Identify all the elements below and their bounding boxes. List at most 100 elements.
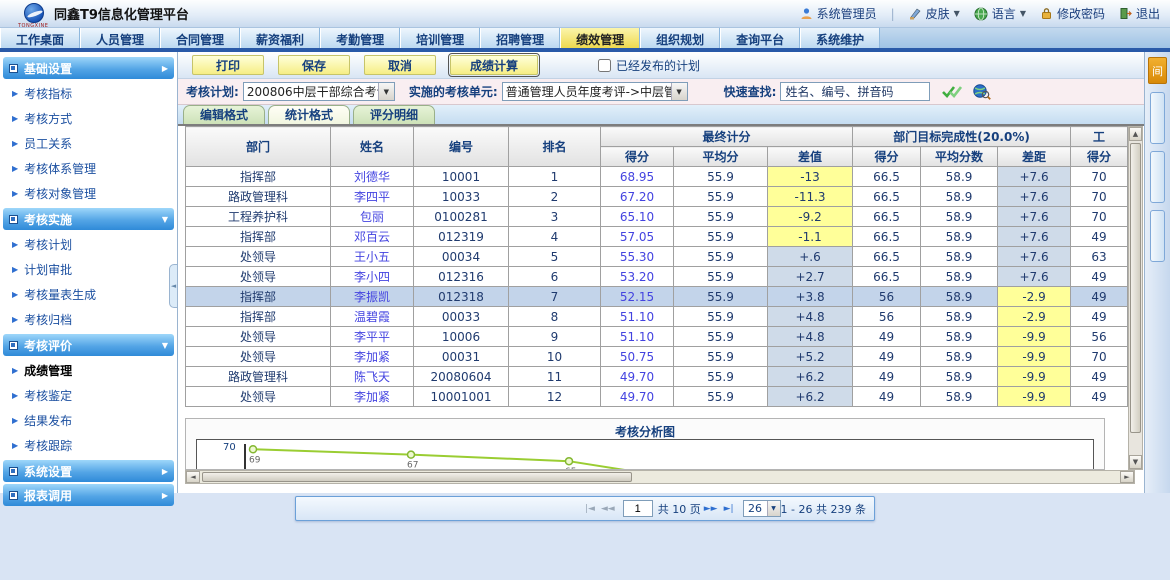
column-header[interactable]: 平均分	[674, 147, 768, 167]
prev-page-icon[interactable]: ◄◄	[601, 504, 615, 514]
unit-select[interactable]: 普通管理人员年度考评->中层管理人 ▼	[502, 82, 688, 101]
nav-tab[interactable]: 考勤管理	[320, 28, 400, 48]
sidebar-item[interactable]: ▶计划审批	[0, 257, 177, 282]
first-page-icon[interactable]: |◄	[585, 504, 595, 514]
column-header[interactable]: 得分	[853, 147, 921, 167]
toolbar-button[interactable]: 成绩计算	[450, 55, 538, 75]
horizontal-scrollbar[interactable]: ◄ ►	[185, 470, 1135, 484]
toolbar-button[interactable]: 取消	[364, 55, 436, 75]
nav-tab[interactable]: 招聘管理	[480, 28, 560, 48]
employee-name-link[interactable]: 李四平	[331, 187, 414, 207]
nav-tab[interactable]: 绩效管理	[560, 28, 640, 48]
nav-tab[interactable]: 人员管理	[80, 28, 160, 48]
plan-select[interactable]: 200806中层干部综合考评 ▼	[243, 82, 395, 101]
column-header[interactable]: 姓名	[331, 127, 414, 167]
nav-tab[interactable]: 培训管理	[400, 28, 480, 48]
table-row[interactable]: 指挥部李振凯012318752.1555.9+3.85658.9-2.949	[186, 287, 1128, 307]
nav-tab[interactable]: 工作桌面	[0, 28, 80, 48]
table-row[interactable]: 处领导李小四012316653.2055.9+2.766.558.9+7.649	[186, 267, 1128, 287]
nav-tab[interactable]: 薪资福利	[240, 28, 320, 48]
change-password[interactable]: 修改密码	[1040, 5, 1105, 22]
dropdown-arrow-icon[interactable]: ▼	[378, 83, 394, 100]
skin-menu[interactable]: 皮肤 ▼	[909, 5, 960, 22]
employee-name-link[interactable]: 陈飞天	[331, 367, 414, 387]
table-row[interactable]: 处领导李平平10006951.1055.9+4.84958.9-9.956	[186, 327, 1128, 347]
column-header[interactable]: 差值	[768, 147, 853, 167]
employee-name-link[interactable]: 刘德华	[331, 167, 414, 187]
sidebar-group-header[interactable]: 报表调用▶	[3, 484, 174, 506]
page-number-input[interactable]	[623, 500, 653, 517]
column-group-header[interactable]: 部门目标完成性(20.0%)	[853, 127, 1071, 147]
horizontal-scroll-thumb[interactable]	[202, 472, 632, 482]
confirm-check-icon[interactable]	[942, 85, 962, 99]
next-page-icon[interactable]: ►►	[704, 504, 718, 514]
nav-tab[interactable]: 合同管理	[160, 28, 240, 48]
column-header[interactable]: 排名	[509, 127, 601, 167]
sidebar-item[interactable]: ▶成绩管理	[0, 358, 177, 383]
column-group-header[interactable]: 工	[1071, 127, 1128, 147]
published-plan-checkbox-wrap[interactable]: 已经发布的计划	[598, 57, 700, 74]
sidebar-item[interactable]: ▶结果发布	[0, 408, 177, 433]
sidebar-item[interactable]: ▶员工关系	[0, 131, 177, 156]
column-header[interactable]: 编号	[414, 127, 509, 167]
table-row[interactable]: 处领导李加紧000311050.7555.9+5.24958.9-9.970	[186, 347, 1128, 367]
table-row[interactable]: 处领导李加紧100010011249.7055.9+6.24958.9-9.94…	[186, 387, 1128, 407]
sidebar-group-header[interactable]: 系统设置▶	[3, 460, 174, 482]
scroll-right-icon[interactable]: ►	[1120, 471, 1134, 483]
language-menu[interactable]: 语言 ▼	[974, 5, 1026, 22]
sidebar-group-header[interactable]: 考核评价▼	[3, 334, 174, 356]
table-row[interactable]: 工程养护科包丽0100281365.1055.9-9.266.558.9+7.6…	[186, 207, 1128, 227]
logout-button[interactable]: 退出	[1119, 5, 1160, 22]
sidebar-item[interactable]: ▶考核跟踪	[0, 433, 177, 458]
nav-tab[interactable]: 系统维护	[800, 28, 880, 48]
table-row[interactable]: 路政管理科陈飞天200806041149.7055.9+6.24958.9-9.…	[186, 367, 1128, 387]
dock-panel-tab[interactable]	[1150, 210, 1165, 262]
table-row[interactable]: 指挥部刘德华10001168.9555.9-1366.558.9+7.670	[186, 167, 1128, 187]
sidebar-item[interactable]: ▶考核归档	[0, 307, 177, 332]
sidebar-item[interactable]: ▶考核对象管理	[0, 181, 177, 206]
employee-name-link[interactable]: 王小五	[331, 247, 414, 267]
employee-name-link[interactable]: 李振凯	[331, 287, 414, 307]
view-tab[interactable]: 编辑格式	[183, 105, 265, 124]
column-header[interactable]: 差距	[998, 147, 1071, 167]
column-header[interactable]: 得分	[601, 147, 674, 167]
table-row[interactable]: 指挥部邓百云012319457.0555.9-1.166.558.9+7.649	[186, 227, 1128, 247]
sidebar-item[interactable]: ▶考核量表生成	[0, 282, 177, 307]
table-row[interactable]: 指挥部温碧霞00033851.1055.9+4.85658.9-2.949	[186, 307, 1128, 327]
vertical-scroll-thumb[interactable]	[1130, 143, 1141, 433]
published-plan-checkbox[interactable]	[598, 59, 611, 72]
toolbar-button[interactable]: 保存	[278, 55, 350, 75]
dock-tab[interactable]: 间	[1148, 57, 1167, 84]
sidebar-item[interactable]: ▶考核鉴定	[0, 383, 177, 408]
current-user[interactable]: 系统管理员	[800, 5, 877, 22]
sidebar-collapse-handle[interactable]: ◄	[169, 264, 178, 308]
dock-panel-tab[interactable]	[1150, 151, 1165, 203]
vertical-scrollbar[interactable]: ▲ ▼	[1128, 126, 1143, 470]
table-row[interactable]: 处领导王小五00034555.3055.9+.666.558.9+7.663	[186, 247, 1128, 267]
scroll-down-icon[interactable]: ▼	[1129, 455, 1142, 469]
view-tab[interactable]: 评分明细	[353, 105, 435, 124]
dropdown-arrow-icon[interactable]: ▼	[671, 83, 687, 100]
nav-tab[interactable]: 组织规划	[640, 28, 720, 48]
dropdown-arrow-icon[interactable]: ▼	[767, 501, 780, 516]
scroll-up-icon[interactable]: ▲	[1129, 127, 1142, 141]
column-header[interactable]: 得分	[1071, 147, 1128, 167]
column-group-header[interactable]: 最终计分	[601, 127, 853, 147]
sidebar-item[interactable]: ▶考核体系管理	[0, 156, 177, 181]
page-size-select[interactable]: 26 ▼	[743, 500, 781, 517]
employee-name-link[interactable]: 李平平	[331, 327, 414, 347]
sidebar-item[interactable]: ▶考核指标	[0, 81, 177, 106]
employee-name-link[interactable]: 李加紧	[331, 387, 414, 407]
toolbar-button[interactable]: 打印	[192, 55, 264, 75]
employee-name-link[interactable]: 包丽	[331, 207, 414, 227]
quick-search-input[interactable]	[780, 82, 930, 101]
column-header[interactable]: 平均分数	[921, 147, 998, 167]
sidebar-item[interactable]: ▶考核计划	[0, 232, 177, 257]
nav-tab[interactable]: 查询平台	[720, 28, 800, 48]
sidebar-group-header[interactable]: 考核实施▼	[3, 208, 174, 230]
employee-name-link[interactable]: 李加紧	[331, 347, 414, 367]
search-globe-icon[interactable]	[972, 84, 991, 100]
employee-name-link[interactable]: 李小四	[331, 267, 414, 287]
employee-name-link[interactable]: 温碧霞	[331, 307, 414, 327]
table-row[interactable]: 路政管理科李四平10033267.2055.9-11.366.558.9+7.6…	[186, 187, 1128, 207]
